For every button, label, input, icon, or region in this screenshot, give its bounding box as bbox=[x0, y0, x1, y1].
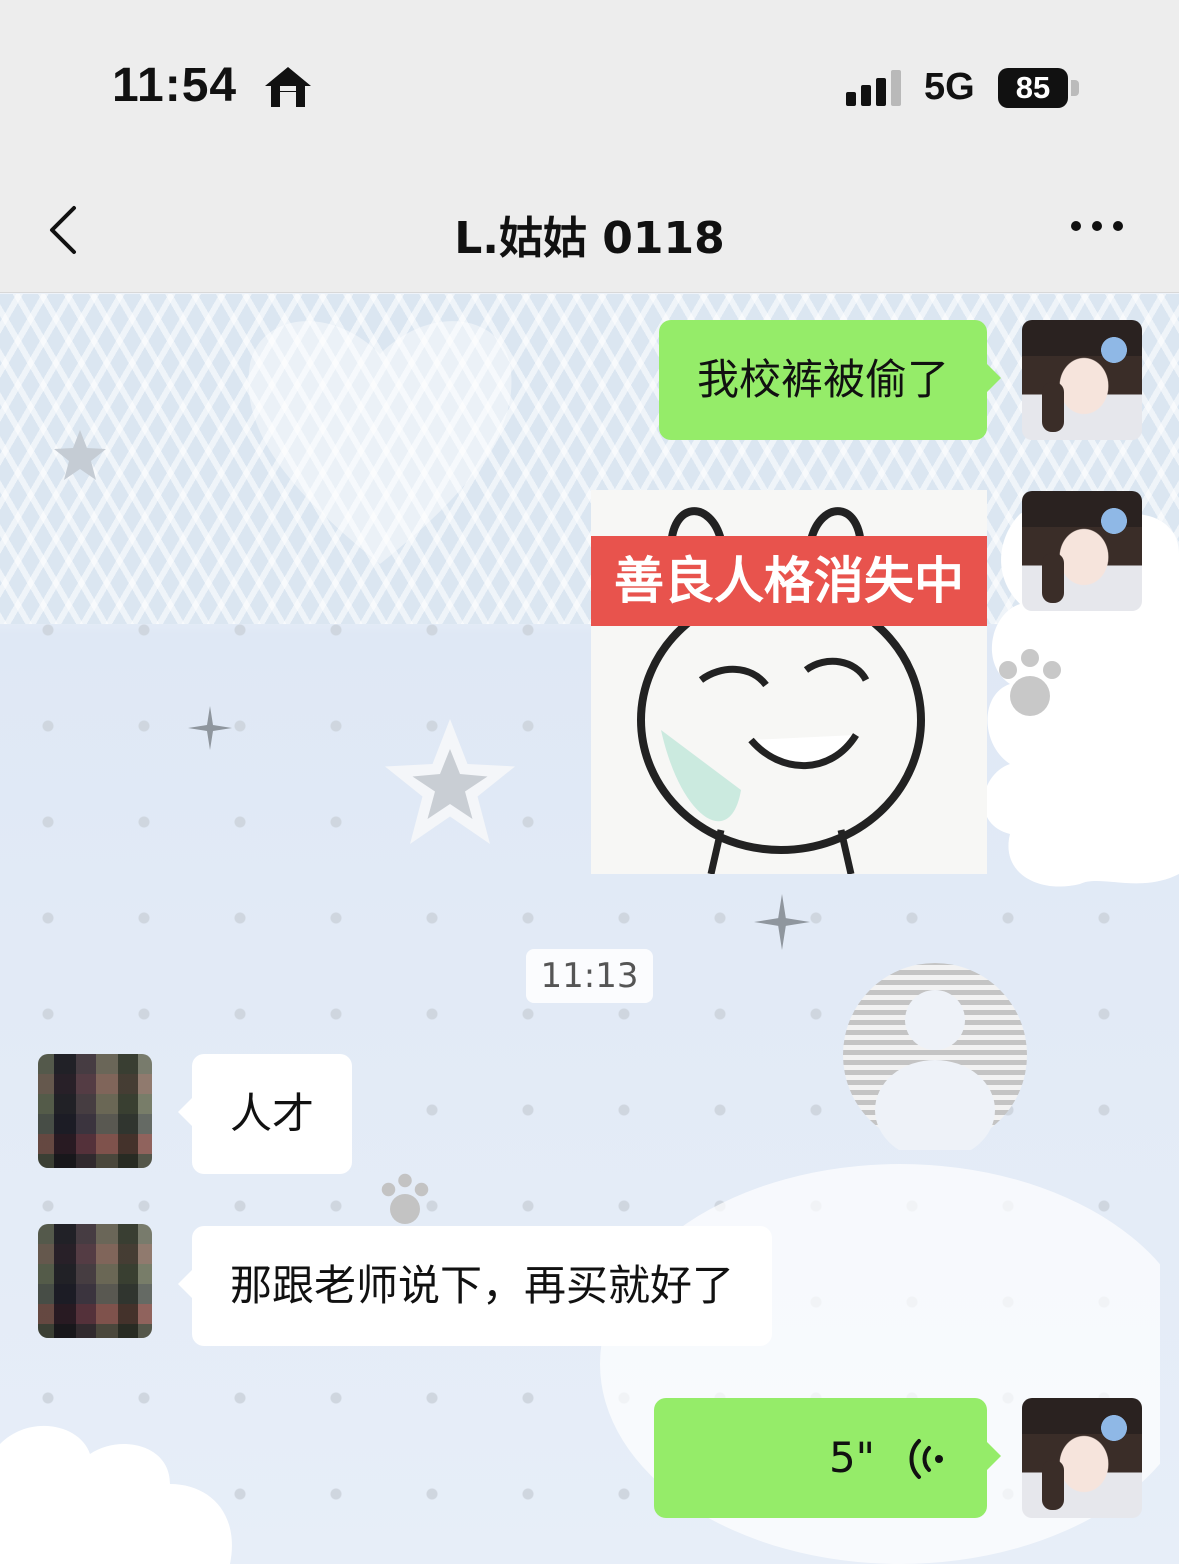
message-text: 那跟老师说下，再买就好了 bbox=[230, 1261, 735, 1310]
incoming-message-bubble[interactable]: 那跟老师说下，再买就好了 bbox=[177, 1226, 773, 1346]
battery-icon: 85 bbox=[998, 68, 1068, 108]
incoming-message-bubble[interactable]: 人才 bbox=[177, 1054, 353, 1174]
battery-level: 85 bbox=[1015, 70, 1051, 105]
network-type: 5G bbox=[924, 66, 975, 108]
my-avatar[interactable] bbox=[1022, 1398, 1142, 1518]
paw-print-decoration bbox=[999, 649, 1061, 716]
voice-message-bubble[interactable]: 5" bbox=[654, 1398, 1001, 1518]
sparkle-decoration bbox=[188, 706, 232, 750]
sticker-caption: 善良人格消失中 bbox=[591, 536, 987, 626]
mosaic-blur bbox=[38, 1054, 152, 1168]
mosaic-blur bbox=[38, 1224, 152, 1338]
star-decoration bbox=[54, 430, 106, 480]
outgoing-message-bubble[interactable]: 我校裤被偷了 bbox=[658, 320, 1002, 440]
big-star-decoration bbox=[385, 719, 515, 844]
more-options-icon[interactable] bbox=[1066, 216, 1128, 236]
friend-avatar[interactable] bbox=[38, 1224, 152, 1338]
sparkle-decoration bbox=[754, 894, 810, 950]
heart-pattern-decoration bbox=[248, 321, 512, 564]
friend-avatar[interactable] bbox=[38, 1054, 152, 1168]
voice-wave-icon bbox=[909, 1439, 943, 1479]
voice-duration: 5" bbox=[828, 1433, 875, 1482]
paw-print-decoration bbox=[381, 1173, 429, 1224]
battery-tip bbox=[1071, 80, 1079, 96]
chat-background bbox=[0, 294, 1179, 1564]
chat-header: L.姑姑 0118 bbox=[0, 180, 1179, 293]
message-text: 人才 bbox=[230, 1089, 315, 1138]
message-text: 我校裤被偷了 bbox=[696, 355, 949, 404]
sticker-message[interactable]: 善良人格消失中 bbox=[591, 490, 987, 874]
status-time: 11:54 bbox=[112, 59, 238, 112]
message-timestamp: 11:13 bbox=[526, 949, 653, 1003]
home-icon bbox=[265, 67, 311, 107]
cellular-signal-icon bbox=[846, 70, 901, 106]
my-avatar[interactable] bbox=[1022, 320, 1142, 440]
cloud-decoration bbox=[0, 1425, 232, 1564]
status-bar: 11:54 5G 85 bbox=[0, 0, 1179, 180]
chat-title: L.姑姑 0118 bbox=[454, 213, 725, 264]
my-avatar[interactable] bbox=[1022, 491, 1142, 611]
